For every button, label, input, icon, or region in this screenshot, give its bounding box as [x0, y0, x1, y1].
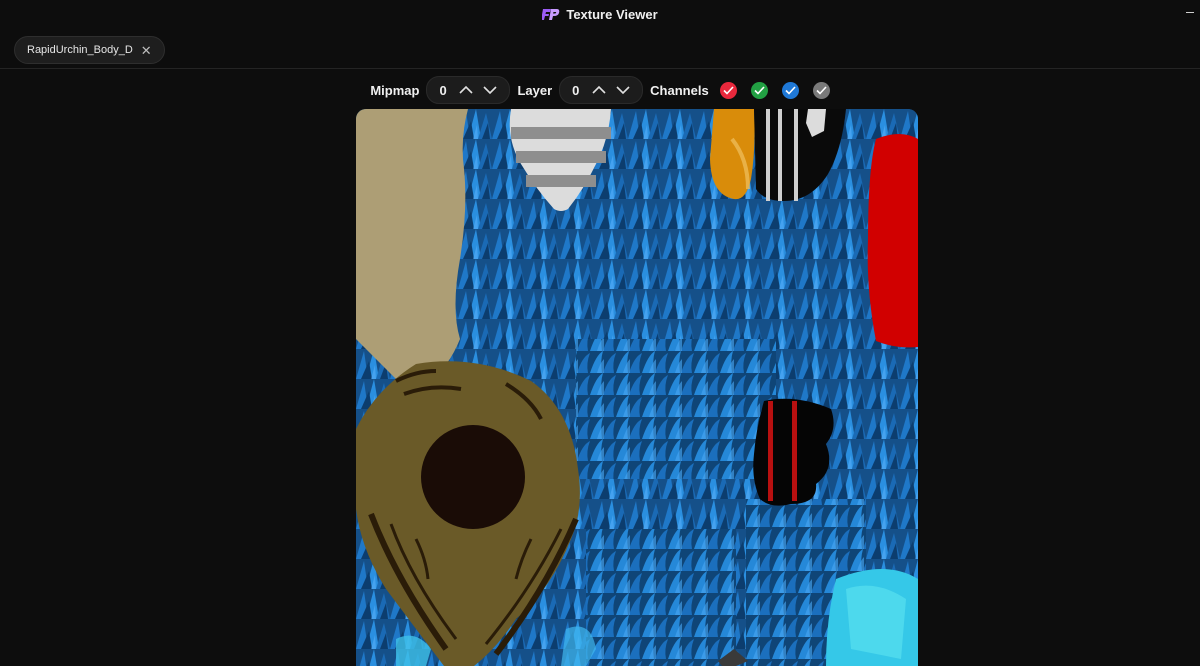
texture-preview-image	[356, 109, 918, 666]
title-bar: Texture Viewer	[0, 0, 1200, 28]
channel-toggles	[719, 81, 830, 99]
red-channel-toggle[interactable]	[719, 81, 737, 99]
layer-label: Layer	[517, 82, 553, 98]
minimize-button[interactable]	[1186, 12, 1194, 13]
chevron-down-icon[interactable]	[616, 85, 630, 95]
check-icon	[754, 85, 765, 95]
app-title: Texture Viewer	[566, 6, 658, 22]
channels-label: Channels	[650, 82, 709, 98]
mipmap-value: 0	[439, 82, 447, 98]
chevron-up-icon[interactable]	[592, 85, 606, 95]
chevron-up-icon[interactable]	[459, 85, 474, 95]
mipmap-stepper[interactable]: 0	[426, 76, 511, 104]
check-icon	[816, 85, 827, 95]
divider	[0, 68, 1200, 69]
tab-label: RapidUrchin_Body_D	[27, 44, 133, 56]
tab-bar: RapidUrchin_Body_D ✕	[0, 34, 1200, 64]
texture-canvas[interactable]	[356, 109, 918, 666]
chevron-down-icon[interactable]	[483, 85, 498, 95]
alpha-channel-toggle[interactable]	[812, 81, 830, 99]
tab-texture-file[interactable]: RapidUrchin_Body_D ✕	[14, 36, 165, 64]
fp-logo-icon	[542, 9, 560, 20]
close-icon[interactable]: ✕	[141, 44, 152, 57]
blue-channel-toggle[interactable]	[781, 81, 799, 99]
layer-stepper[interactable]: 0	[559, 76, 644, 104]
mipmap-label: Mipmap	[370, 82, 420, 98]
check-icon	[785, 85, 796, 95]
check-icon	[723, 85, 734, 95]
layer-value: 0	[572, 82, 580, 98]
viewer-toolbar: Mipmap 0 Layer 0 Channels	[0, 76, 1200, 104]
green-channel-toggle[interactable]	[750, 81, 768, 99]
